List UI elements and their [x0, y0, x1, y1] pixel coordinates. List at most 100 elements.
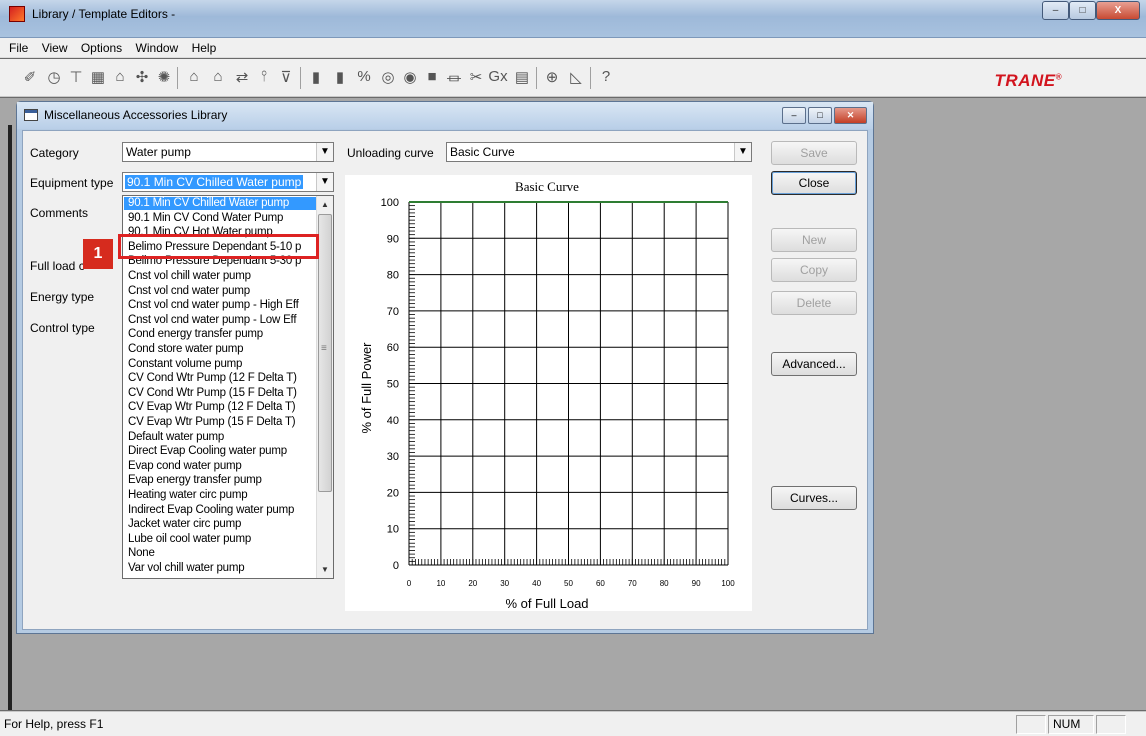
dropdown-item[interactable]: Evap energy transfer pump: [124, 474, 316, 487]
house-icon[interactable]: ⌂: [184, 68, 204, 85]
y-tick-label: 10: [387, 524, 399, 536]
chart-icon[interactable]: ◺: [566, 68, 586, 86]
comments-label: Comments: [30, 206, 89, 220]
building-icon[interactable]: ▦: [88, 68, 108, 86]
dropdown-item[interactable]: 90.1 Min CV Chilled Water pump: [124, 197, 316, 210]
dropdown-item[interactable]: None: [124, 547, 316, 560]
maximize-button[interactable]: □: [1069, 1, 1096, 20]
toolbar: ✐ ◷ ⊤ ▦ ⌂ ✣ ✺ ⌂ ⌂ ⇄ ⫯ ⊽ ▮ ▮ % ◎ ◉ ■ ⏛ ✂ …: [0, 59, 1146, 97]
x-tick-label: 50: [564, 579, 573, 588]
globe-icon[interactable]: ⊕: [542, 68, 562, 86]
coil2-icon[interactable]: ▮: [330, 68, 350, 86]
scroll-up-icon[interactable]: ▲: [317, 196, 333, 213]
scroll-thumb[interactable]: [318, 214, 332, 492]
house-outline-icon[interactable]: ⌂: [208, 68, 228, 85]
dropdown-item[interactable]: Default water pump: [124, 431, 316, 444]
y-tick-label: 40: [387, 415, 399, 427]
arrows-icon[interactable]: ⇄: [232, 68, 252, 86]
dropdown-item[interactable]: CV Cond Wtr Pump (15 F Delta T): [124, 387, 316, 400]
child-close-button[interactable]: ✕: [834, 107, 867, 124]
status-help-text: For Help, press F1: [4, 717, 104, 731]
chevron-down-icon[interactable]: ▼: [316, 173, 333, 191]
dropdown-item[interactable]: CV Evap Wtr Pump (12 F Delta T): [124, 401, 316, 414]
fan-icon[interactable]: ✣: [132, 68, 152, 86]
category-label: Category: [30, 146, 79, 160]
funnel-icon[interactable]: ⊽: [276, 68, 296, 86]
menu-options[interactable]: Options: [76, 38, 127, 58]
percent-icon[interactable]: %: [354, 68, 374, 85]
category-select[interactable]: Water pump ▼: [122, 142, 334, 162]
wand-icon[interactable]: ✐: [20, 68, 40, 86]
m-icon[interactable]: ■: [422, 68, 442, 85]
dropdown-item[interactable]: CV Cond Wtr Pump (12 F Delta T): [124, 372, 316, 385]
save-button[interactable]: Save: [771, 141, 857, 165]
status-bar: For Help, press F1 NUM: [0, 711, 1146, 736]
dropdown-item[interactable]: Var vol chill water pump: [124, 562, 316, 575]
child-maximize-button[interactable]: □: [808, 107, 832, 124]
menu-window[interactable]: Window: [131, 38, 184, 58]
menu-file[interactable]: File: [4, 38, 33, 58]
sun-icon[interactable]: ✺: [154, 68, 174, 86]
thermometer-icon[interactable]: ⫯: [254, 68, 274, 85]
table-icon[interactable]: ▤: [512, 68, 532, 86]
dropdown-item[interactable]: Cond store water pump: [124, 343, 316, 356]
menu-help[interactable]: Help: [187, 38, 222, 58]
tower-icon[interactable]: ⏛: [444, 68, 464, 89]
dropdown-item[interactable]: 90.1 Min CV Cond Water Pump: [124, 212, 316, 225]
minimize-button[interactable]: –: [1042, 1, 1069, 20]
status-num: NUM: [1048, 715, 1094, 734]
delete-button[interactable]: Delete: [771, 291, 857, 315]
chart-y-label: % of Full Power: [359, 342, 374, 434]
close-window-button[interactable]: X: [1096, 1, 1140, 20]
y-tick-label: 60: [387, 342, 399, 354]
step-badge: 1: [83, 239, 113, 269]
dropdown-item[interactable]: Direct Evap Cooling water pump: [124, 445, 316, 458]
coil-icon[interactable]: ▮: [306, 68, 326, 86]
dropdown-item[interactable]: Cnst vol cnd water pump - Low Eff: [124, 314, 316, 327]
x-tick-label: 20: [468, 579, 477, 588]
curves-button[interactable]: Curves...: [771, 486, 857, 510]
dropdown-item[interactable]: Cnst vol chill water pump: [124, 270, 316, 283]
dropdown-item[interactable]: Lube oil cool water pump: [124, 533, 316, 546]
toolbar-separator: [300, 67, 301, 89]
valve-icon[interactable]: ◉: [400, 68, 420, 86]
roof-icon[interactable]: ⌂: [110, 68, 130, 85]
close-button[interactable]: Close: [771, 171, 857, 195]
menu-bar: File View Options Window Help: [0, 38, 1146, 58]
scroll-down-icon[interactable]: ▼: [317, 561, 333, 578]
new-button[interactable]: New: [771, 228, 857, 252]
tool-icon[interactable]: ✂: [466, 68, 486, 86]
filter-icon[interactable]: ⊤: [66, 68, 86, 86]
dropdown-item[interactable]: Cnst vol cnd water pump: [124, 285, 316, 298]
dropdown-item[interactable]: Evap cond water pump: [124, 460, 316, 473]
chevron-down-icon[interactable]: ▼: [316, 143, 333, 161]
unloading-curve-select[interactable]: Basic Curve ▼: [446, 142, 752, 162]
clock-icon[interactable]: ◷: [44, 68, 64, 86]
dropdown-item[interactable]: Indirect Evap Cooling water pump: [124, 504, 316, 517]
equipment-type-select[interactable]: 90.1 Min CV Chilled Water pump ▼: [122, 172, 334, 192]
dropdown-item[interactable]: CV Evap Wtr Pump (15 F Delta T): [124, 416, 316, 429]
x-tick-label: 30: [500, 579, 509, 588]
dropdown-item[interactable]: Heating water circ pump: [124, 489, 316, 502]
menu-view[interactable]: View: [37, 38, 73, 58]
dropdown-item[interactable]: Constant volume pump: [124, 358, 316, 371]
chevron-down-icon[interactable]: ▼: [734, 143, 751, 161]
child-minimize-button[interactable]: –: [782, 107, 806, 124]
dropdown-item[interactable]: Cond energy transfer pump: [124, 328, 316, 341]
y-tick-label: 30: [387, 451, 399, 463]
x-tick-label: 0: [407, 579, 412, 588]
category-value: Water pump: [126, 145, 191, 159]
pump-icon[interactable]: ◎: [378, 68, 398, 86]
y-tick-label: 80: [387, 270, 399, 282]
gx-icon[interactable]: Gx: [488, 68, 508, 85]
x-tick-label: 80: [660, 579, 669, 588]
status-pane: [1096, 715, 1126, 734]
advanced-button[interactable]: Advanced...: [771, 352, 857, 376]
full-load-label: Full load c: [30, 259, 85, 273]
dropdown-item[interactable]: Cnst vol cnd water pump - High Eff: [124, 299, 316, 312]
help-icon[interactable]: ?: [596, 68, 616, 85]
y-tick-label: 100: [381, 197, 399, 209]
x-tick-label: 10: [436, 579, 445, 588]
copy-button[interactable]: Copy: [771, 258, 857, 282]
dropdown-item[interactable]: Jacket water circ pump: [124, 518, 316, 531]
